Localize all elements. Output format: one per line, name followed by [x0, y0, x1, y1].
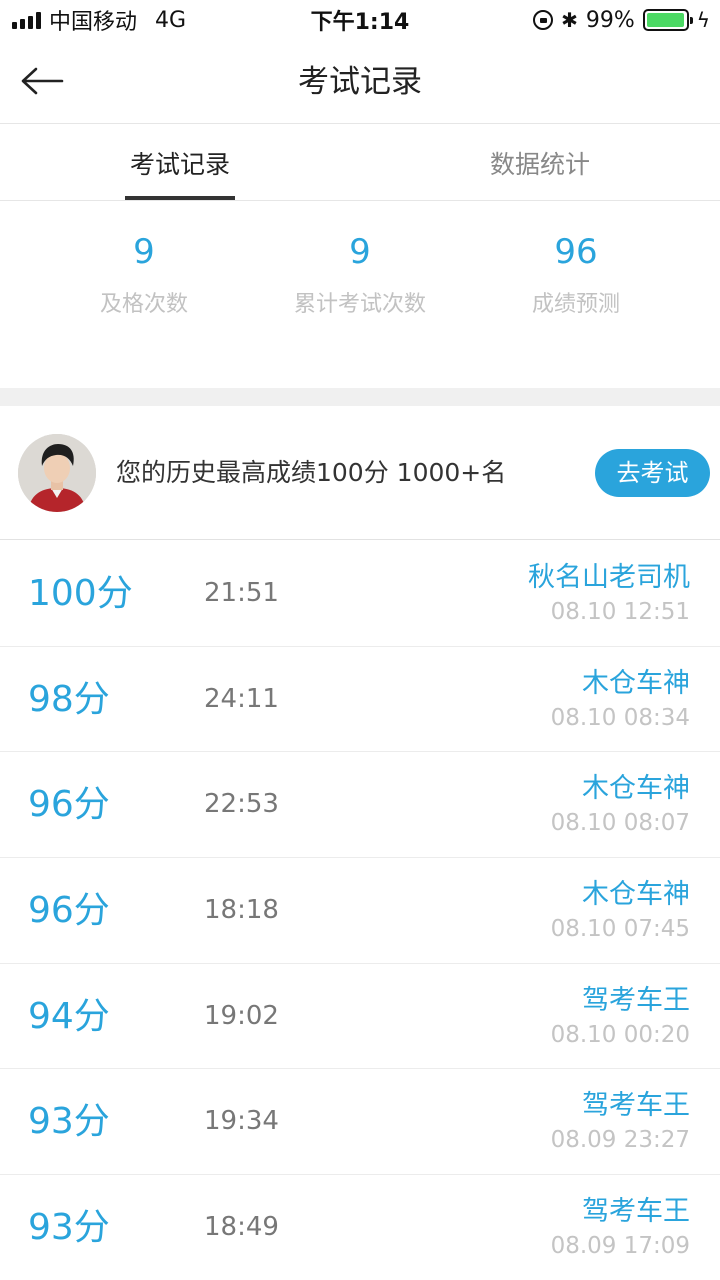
list-item[interactable]: 100分 21:51 秋名山老司机 08.10 12:51: [0, 541, 720, 647]
list-item[interactable]: 94分 19:02 驾考车王 08.10 00:20: [0, 964, 720, 1070]
record-score: 96分: [28, 784, 110, 826]
tab-active-indicator: [125, 196, 235, 200]
orientation-lock-icon: [533, 10, 554, 30]
network-type: 4G: [155, 7, 187, 33]
take-exam-button[interactable]: 去考试: [595, 449, 710, 497]
avatar: [18, 434, 96, 512]
list-item[interactable]: 96分 18:18 木仓车神 08.10 07:45: [0, 858, 720, 964]
list-item[interactable]: 93分 19:34 驾考车王 08.09 23:27: [0, 1069, 720, 1176]
arrow-left-icon: [21, 67, 64, 95]
stat-score-prediction: 96 成绩预测: [456, 230, 696, 318]
summary-stats: 9 及格次数 9 累计考试次数 96 成绩预测: [0, 202, 720, 388]
record-title: 驾考车王: [582, 984, 690, 1016]
record-date: 08.10 12:51: [550, 599, 690, 625]
tab-label: 考试记录: [129, 149, 230, 179]
record-score: 96分: [28, 890, 110, 932]
tab-exam-records[interactable]: 考试记录: [0, 125, 360, 200]
list-item[interactable]: 93分 18:49 驾考车王 08.09 17:09: [0, 1175, 720, 1280]
record-title: 秋名山老司机: [528, 562, 690, 593]
carrier-name: 中国移动: [49, 10, 138, 35]
record-score: 100分: [28, 573, 133, 614]
record-title: 木仓车神: [582, 667, 690, 699]
tab-bar: 考试记录 数据统计: [0, 125, 720, 201]
record-title: 驾考车王: [582, 1090, 690, 1122]
status-left: 中国移动 4G: [12, 0, 186, 40]
stat-label: 及格次数: [99, 292, 188, 317]
record-title: 木仓车神: [582, 879, 690, 911]
section-divider: [0, 388, 720, 406]
tab-data-statistics[interactable]: 数据统计: [360, 125, 720, 200]
record-duration: 19:34: [204, 1106, 279, 1137]
signal-icon: [12, 11, 41, 29]
record-score: 93分: [28, 1101, 110, 1143]
records-list: 100分 21:51 秋名山老司机 08.10 12:51 98分 24:11 …: [0, 541, 720, 1280]
record-duration: 18:49: [204, 1212, 279, 1243]
stat-label: 累计考试次数: [293, 292, 426, 317]
best-score-text: 您的历史最高成绩100分 1000+名: [116, 458, 507, 487]
tab-label: 数据统计: [489, 149, 590, 179]
status-right: ✱ 99% ϟ: [533, 0, 710, 40]
list-item[interactable]: 98分 24:11 木仓车神 08.10 08:34: [0, 647, 720, 753]
best-score-row: 您的历史最高成绩100分 1000+名 去考试: [0, 406, 720, 540]
nav-bar: 考试记录: [0, 40, 720, 124]
stat-value: 96: [554, 232, 598, 272]
charging-icon: ϟ: [696, 8, 710, 32]
status-bar: 中国移动 4G 下午1:14 ✱ 99% ϟ: [0, 0, 720, 40]
record-date: 08.10 08:34: [550, 704, 690, 731]
record-date: 08.09 23:27: [550, 1127, 690, 1154]
record-date: 08.10 00:20: [550, 1021, 690, 1048]
back-button[interactable]: [20, 56, 80, 106]
bluetooth-icon: ✱: [561, 8, 578, 32]
record-duration: 22:53: [204, 789, 279, 820]
record-date: 08.10 08:07: [550, 810, 690, 837]
record-title: 驾考车王: [582, 1196, 690, 1228]
stat-pass-count: 9 及格次数: [24, 230, 264, 318]
record-duration: 21:51: [204, 578, 279, 608]
stat-label: 成绩预测: [531, 292, 620, 317]
battery-icon: [642, 9, 693, 31]
stat-value: 9: [133, 232, 155, 272]
record-score: 93分: [28, 1207, 110, 1249]
record-score: 98分: [28, 678, 110, 720]
list-item[interactable]: 96分 22:53 木仓车神 08.10 08:07: [0, 752, 720, 859]
user-avatar-icon: [18, 434, 96, 512]
record-title: 木仓车神: [582, 773, 690, 805]
record-duration: 24:11: [204, 683, 279, 714]
record-score: 94分: [28, 995, 110, 1037]
battery-fill: [646, 13, 685, 27]
record-date: 08.10 07:45: [550, 916, 690, 943]
battery-percent: 99%: [585, 7, 635, 33]
record-date: 08.09 17:09: [550, 1233, 690, 1260]
stat-total-exams: 9 累计考试次数: [240, 230, 480, 318]
record-duration: 19:02: [204, 1000, 279, 1031]
stat-value: 9: [349, 232, 371, 272]
record-duration: 18:18: [204, 895, 279, 926]
page-title: 考试记录: [298, 64, 422, 100]
